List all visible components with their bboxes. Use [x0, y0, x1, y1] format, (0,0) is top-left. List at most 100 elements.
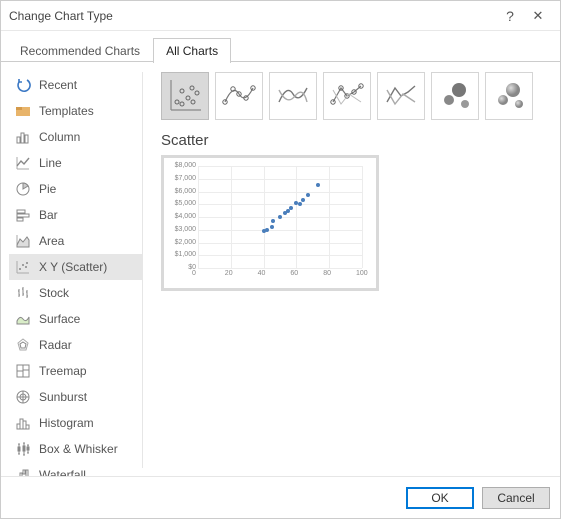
tab-all-charts[interactable]: All Charts — [153, 38, 231, 63]
gridline — [329, 166, 330, 268]
scatter-icon — [165, 76, 205, 116]
scatter-smooth-markers-icon — [219, 76, 259, 116]
tab-strip: Recommended Charts All Charts — [1, 37, 560, 62]
sidebar-item-label: Recent — [39, 78, 77, 92]
line-icon — [15, 155, 31, 171]
sidebar-item-bar[interactable]: Bar — [9, 202, 142, 228]
sidebar-item-label: Box & Whisker — [39, 442, 118, 456]
data-point — [301, 198, 305, 202]
sidebar-item-label: Surface — [39, 312, 80, 326]
sidebar-item-area[interactable]: Area — [9, 228, 142, 254]
box-whisker-icon — [15, 441, 31, 457]
waterfall-icon — [15, 467, 31, 476]
sidebar-item-treemap[interactable]: Treemap — [9, 358, 142, 384]
y-tick-label: $6,000 — [175, 188, 196, 195]
sidebar-item-box-whisker[interactable]: Box & Whisker — [9, 436, 142, 462]
sidebar-item-column[interactable]: Column — [9, 124, 142, 150]
sidebar-item-label: Histogram — [39, 416, 94, 430]
templates-icon — [15, 103, 31, 119]
gridline — [198, 268, 362, 269]
gridline — [198, 204, 362, 205]
bubble-3d-icon — [489, 76, 529, 116]
sidebar-item-pie[interactable]: Pie — [9, 176, 142, 202]
sidebar-item-label: Stock — [39, 286, 69, 300]
main-panel: Scatter $0$1,000$2,000$3,000$4,000$5,000… — [143, 72, 552, 468]
gridline — [198, 255, 362, 256]
x-tick-label: 40 — [258, 270, 266, 277]
x-tick-label: 0 — [192, 270, 196, 277]
column-icon — [15, 129, 31, 145]
x-tick-label: 100 — [356, 270, 368, 277]
subtype-bubble[interactable] — [431, 72, 479, 120]
sidebar-item-x-y-scatter[interactable]: X Y (Scatter) — [9, 254, 142, 280]
gridline — [198, 179, 362, 180]
sidebar-item-label: Line — [39, 156, 62, 170]
recent-icon — [15, 77, 31, 93]
sidebar-item-stock[interactable]: Stock — [9, 280, 142, 306]
y-tick-label: $3,000 — [175, 226, 196, 233]
scatter-straight-icon — [381, 76, 421, 116]
close-button[interactable]: ✕ — [524, 2, 552, 30]
bar-icon — [15, 207, 31, 223]
surface-icon — [15, 311, 31, 327]
histogram-icon — [15, 415, 31, 431]
sidebar-item-sunburst[interactable]: Sunburst — [9, 384, 142, 410]
gridline — [231, 166, 232, 268]
window-title: Change Chart Type — [9, 9, 496, 23]
gridline — [198, 230, 362, 231]
scatter-smooth-icon — [273, 76, 313, 116]
sidebar-item-recent[interactable]: Recent — [9, 72, 142, 98]
sidebar-item-label: Bar — [39, 208, 58, 222]
chart-preview[interactable]: $0$1,000$2,000$3,000$4,000$5,000$6,000$7… — [161, 155, 379, 291]
sidebar-item-radar[interactable]: Radar — [9, 332, 142, 358]
sidebar-item-line[interactable]: Line — [9, 150, 142, 176]
subtype-row — [161, 72, 552, 120]
x-tick-label: 20 — [225, 270, 233, 277]
footer: OK Cancel — [1, 476, 560, 518]
sidebar-item-waterfall[interactable]: Waterfall — [9, 462, 142, 476]
data-point — [289, 206, 293, 210]
titlebar: Change Chart Type ? ✕ — [1, 1, 560, 31]
data-point — [271, 219, 275, 223]
cancel-button[interactable]: Cancel — [482, 487, 550, 509]
sidebar-item-label: Sunburst — [39, 390, 87, 404]
subtype-scatter-smooth-markers[interactable] — [215, 72, 263, 120]
data-point — [298, 202, 302, 206]
chart-type-sidebar: Recent TemplatesColumn Line Pie Bar AreaX Y (… — [9, 72, 143, 468]
sidebar-item-histogram[interactable]: Histogram — [9, 410, 142, 436]
data-point — [278, 215, 282, 219]
y-tick-label: $8,000 — [175, 162, 196, 169]
x-tick-label: 80 — [323, 270, 331, 277]
subtype-scatter-straight-markers[interactable] — [323, 72, 371, 120]
sidebar-item-label: Pie — [39, 182, 56, 196]
tab-recommended-charts[interactable]: Recommended Charts — [7, 38, 153, 63]
subtype-scatter-smooth[interactable] — [269, 72, 317, 120]
sidebar-item-surface[interactable]: Surface — [9, 306, 142, 332]
scatter-straight-markers-icon — [327, 76, 367, 116]
sidebar-item-templates[interactable]: Templates — [9, 98, 142, 124]
bubble-icon — [435, 76, 475, 116]
y-tick-label: $4,000 — [175, 213, 196, 220]
section-title: Scatter — [161, 132, 552, 149]
pie-icon — [15, 181, 31, 197]
y-tick-label: $2,000 — [175, 239, 196, 246]
ok-button[interactable]: OK — [406, 487, 474, 509]
sunburst-icon — [15, 389, 31, 405]
area-icon — [15, 233, 31, 249]
gridline — [198, 243, 362, 244]
radar-icon — [15, 337, 31, 353]
subtype-scatter-straight[interactable] — [377, 72, 425, 120]
gridline — [296, 166, 297, 268]
data-point — [270, 225, 274, 229]
stock-icon — [15, 285, 31, 301]
sidebar-item-label: Treemap — [39, 364, 87, 378]
y-tick-label: $7,000 — [175, 175, 196, 182]
data-point — [265, 228, 269, 232]
y-tick-label: $5,000 — [175, 200, 196, 207]
help-button[interactable]: ? — [496, 2, 524, 30]
x-y-scatter-icon — [15, 259, 31, 275]
subtype-scatter[interactable] — [161, 72, 209, 120]
gridline — [198, 166, 362, 167]
subtype-bubble-3d[interactable] — [485, 72, 533, 120]
content-area: Recent TemplatesColumn Line Pie Bar AreaX Y (… — [1, 62, 560, 476]
